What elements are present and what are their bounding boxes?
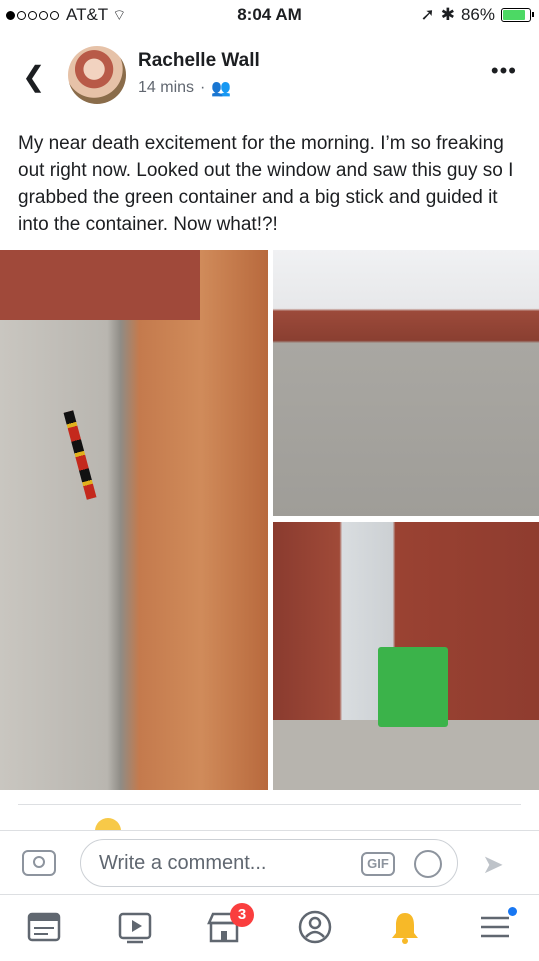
friends-icon: 👥	[211, 80, 232, 97]
emoji-icon[interactable]	[414, 850, 442, 878]
notification-badge: 3	[230, 903, 254, 927]
status-bar: AT&T ⌔ 8:04 AM ➚ ✱ 86%	[0, 0, 539, 30]
bluetooth-icon: ✱	[440, 5, 455, 24]
menu-icon[interactable]	[477, 907, 517, 945]
post-time[interactable]: 14 mins	[138, 79, 194, 97]
camera-icon[interactable]	[22, 850, 56, 876]
comment-input[interactable]: Write a comment... GIF	[80, 839, 458, 887]
video-icon[interactable]	[117, 909, 153, 945]
send-icon[interactable]: ➤	[482, 849, 504, 880]
author-name[interactable]: Rachelle Wall	[138, 50, 260, 72]
news-feed-icon[interactable]	[26, 909, 62, 945]
comment-bar: Write a comment... GIF ➤	[0, 830, 539, 895]
comment-placeholder: Write a comment...	[99, 852, 267, 874]
reaction-row	[0, 812, 539, 830]
battery-icon	[501, 8, 534, 22]
post-text: My near death excitement for the morning…	[18, 133, 514, 235]
post-meta: 14 mins · 👥	[138, 79, 232, 97]
photo-snake-by-pot[interactable]	[0, 250, 268, 790]
post-header: ❮ Rachelle Wall 14 mins · 👥 •••	[0, 40, 539, 110]
battery-percent: 86%	[460, 5, 495, 24]
reaction-emoji-icon	[95, 818, 121, 830]
back-chevron-icon[interactable]: ❮	[22, 60, 45, 93]
photo-grid	[0, 250, 539, 790]
gif-icon[interactable]: GIF	[361, 852, 395, 876]
photo-green-container[interactable]	[273, 522, 539, 790]
profile-icon[interactable]	[297, 909, 333, 945]
avatar[interactable]	[68, 46, 126, 104]
marketplace-icon[interactable]: 3	[206, 903, 254, 945]
bell-icon[interactable]	[387, 909, 423, 945]
photo-snake-by-door[interactable]	[273, 250, 539, 516]
divider	[18, 804, 521, 805]
location-icon: ➚	[420, 5, 435, 24]
menu-new-dot	[508, 907, 517, 916]
tab-bar: 3	[0, 894, 539, 961]
status-right: ➚ ✱ 86%	[420, 5, 534, 25]
more-icon[interactable]: •••	[491, 58, 517, 84]
